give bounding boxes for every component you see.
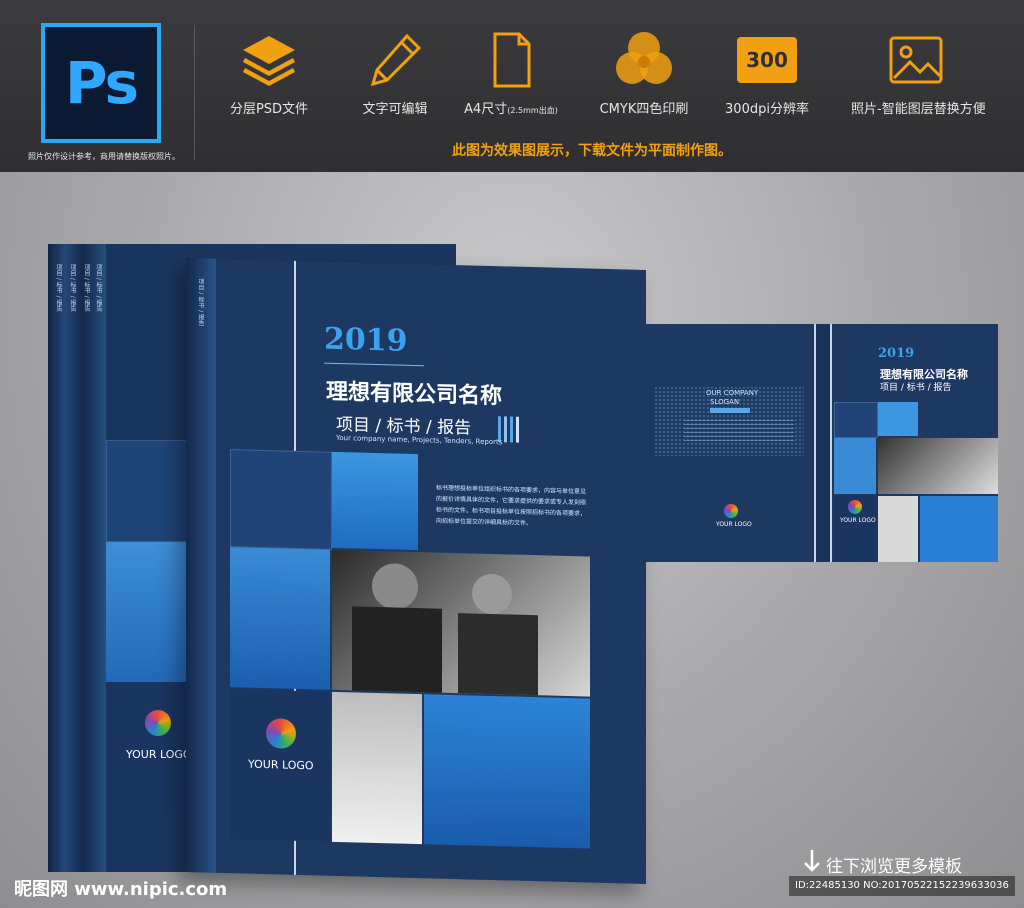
cover-tile (230, 449, 332, 550)
logo-text: YOUR LOGO (248, 757, 314, 773)
photoshop-logo-text: Ps (64, 49, 139, 117)
flat-subtitle: 项目 / 标书 / 报告 (880, 383, 952, 393)
top-banner: Ps 照片仅作设计参考，商用请替换版权照片。 分层PSD文件 文字可编辑 A4尺… (0, 0, 1024, 172)
feature-cmyk: CMYK四色印刷 (579, 28, 709, 117)
browse-more-label: 往下浏览更多模板 (826, 857, 962, 877)
feature-label: CMYK四色印刷 (599, 102, 689, 117)
feature-smart-layer: 照片-智能图层替换方便 (851, 28, 986, 117)
divider (194, 25, 195, 160)
feature-label: 照片-智能图层替换方便 (851, 102, 986, 117)
image-icon (851, 28, 981, 92)
back-text (684, 420, 794, 444)
site-watermark: 昵图网 www.nipic.com (14, 879, 228, 900)
slogan-line2: SLOGAN (710, 398, 740, 406)
flat-tile (834, 402, 878, 438)
feature-label: 文字可编辑 (362, 102, 428, 117)
feature-layered-psd: 分层PSD文件 (204, 28, 334, 117)
feature-a4-size: A4尺寸(2.5mm出血) (446, 28, 576, 117)
photo-person (472, 573, 512, 615)
flat-spine (814, 324, 832, 562)
front-cover: 项目 / 标书 / 报告 2019 理想有限公司名称 项目 / 标书 / 报告 … (186, 258, 646, 885)
cover-photo (332, 549, 590, 697)
cover-tile (332, 451, 418, 551)
flat-tile (834, 438, 876, 494)
photo-person (372, 562, 418, 611)
feature-label: 300dpi分辨率 (725, 102, 809, 117)
document-icon (446, 28, 576, 92)
flat-year: 2019 (878, 346, 915, 361)
logo-icon (724, 504, 738, 518)
logo-text: YOUR LOGO (126, 748, 192, 761)
dpi-badge-text: 300 (746, 48, 788, 72)
spine-text: 项目 / 标书 / 报告 (197, 278, 204, 327)
browse-more-link[interactable]: 往下浏览更多模板 (804, 850, 962, 877)
flat-photo (878, 438, 998, 494)
flat-tile (878, 496, 918, 562)
feature-label-note: (2.5mm出血) (507, 106, 558, 115)
flat-spread-panel: OUR COMPANY SLOGAN YOUR LOGO 2019 理想有限公司… (644, 324, 998, 562)
cover-company-name: 理想有限公司名称 (326, 379, 503, 410)
pencil-icon (330, 28, 460, 92)
photo-person (352, 606, 442, 693)
feature-label: A4尺寸(2.5mm出血) (446, 98, 576, 117)
effect-notice: 此图为效果图展示，下载文件为平面制作图。 (452, 143, 732, 159)
year-underline (324, 362, 424, 367)
image-id: ID:22485130 NO:20170522152239633036 (789, 876, 1015, 896)
cover-tile (230, 547, 330, 690)
logo-text: YOUR LOGO (840, 517, 876, 524)
photoshop-logo: Ps (41, 23, 161, 143)
cover-body-text: 标书理想投标单位组织标书的各项要求，内容与单位意见的报价详情具体的文件，它要求提… (436, 484, 587, 528)
feature-label-main: A4尺寸 (464, 102, 508, 117)
spine-text: 项目 / 标书 / 报告 (69, 264, 76, 312)
flat-tile (878, 402, 918, 436)
feature-label: 分层PSD文件 (229, 102, 309, 117)
cover-english-subtitle: Your company name, Projects, Tenders, Re… (336, 433, 503, 447)
photo-disclaimer: 照片仅作设计参考，商用请替换版权照片。 (28, 152, 180, 161)
slogan-line1: OUR COMPANY (706, 389, 759, 397)
logo-text: YOUR LOGO (716, 521, 752, 528)
photo-tile (332, 691, 422, 845)
spine-text: 项目 / 标书 / 报告 (55, 264, 62, 312)
feature-editable-text: 文字可编辑 (330, 28, 460, 117)
spine-text: 项目 / 标书 / 报告 (83, 264, 90, 312)
dpi-badge-icon: 300 (702, 28, 832, 92)
book-spines (48, 244, 106, 872)
feature-300dpi: 300 300dpi分辨率 (702, 28, 832, 117)
logo-icon (145, 710, 171, 736)
logo-icon (848, 500, 862, 514)
cmyk-icon (579, 28, 709, 92)
slogan-bar (710, 408, 750, 413)
logo-icon (266, 718, 296, 749)
cover-tile (424, 694, 590, 849)
spine-text: 项目 / 标书 / 报告 (95, 264, 102, 312)
photo-person (458, 613, 538, 696)
flat-tile (920, 496, 998, 562)
cover-year: 2019 (324, 321, 408, 359)
front-spine (186, 258, 216, 873)
arrow-down-icon (804, 850, 820, 877)
layers-icon (204, 28, 334, 92)
